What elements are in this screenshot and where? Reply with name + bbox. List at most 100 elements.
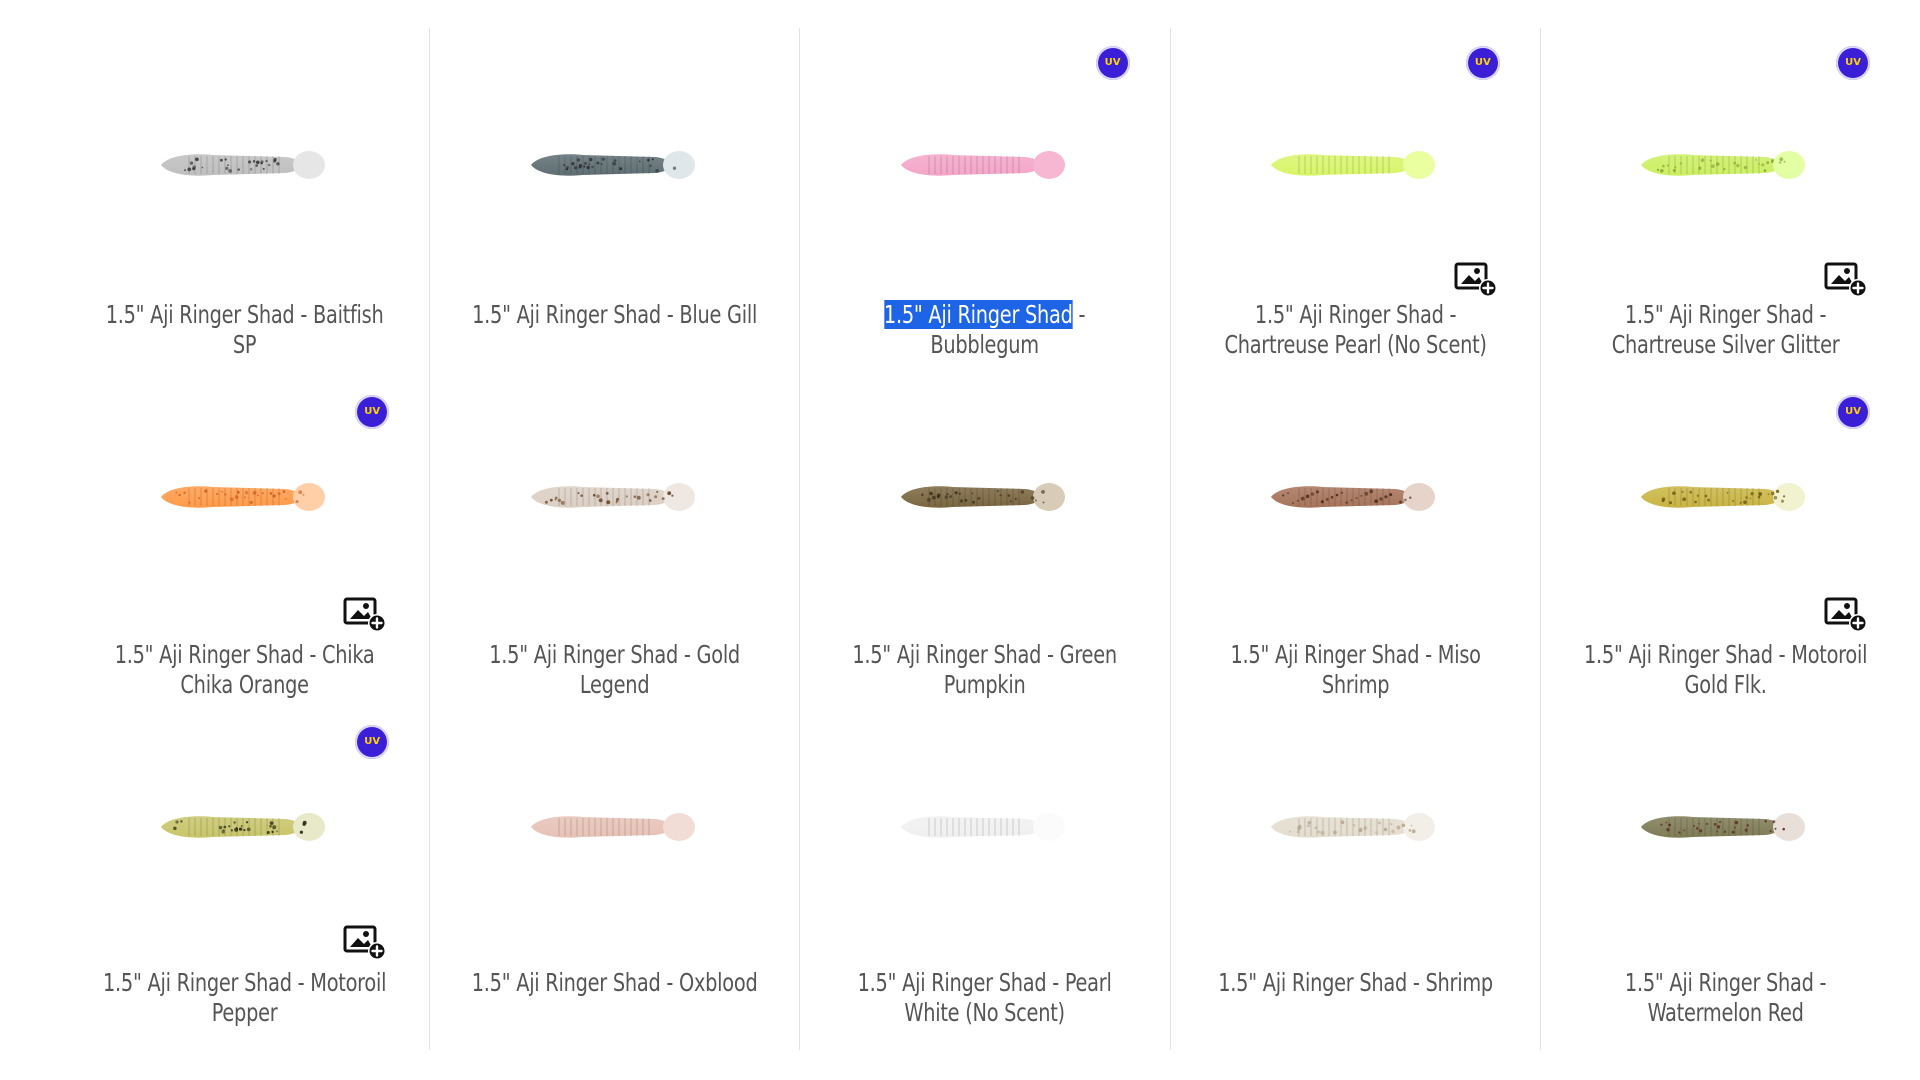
lure-speckle [1390, 823, 1393, 826]
lure-speckle [655, 168, 659, 173]
lure-image[interactable] [1261, 143, 1449, 187]
lure-speckle [1678, 831, 1681, 834]
lure-speckle [1289, 830, 1291, 833]
lure-image[interactable] [151, 143, 339, 187]
lure-speckle [1360, 495, 1363, 497]
lure-speckle [1674, 166, 1677, 169]
lure-speckle [600, 163, 603, 165]
product-tile[interactable]: UV 1.5" Aji Ringer Shad - Chika Chika Or… [60, 395, 431, 725]
lure-speckle [1345, 501, 1349, 504]
lure-speckle [1305, 494, 1310, 499]
lure-speckle [1698, 822, 1701, 825]
lure-speckle [1774, 827, 1777, 830]
lure-image[interactable] [891, 805, 1079, 849]
lure-speckle [1375, 831, 1378, 834]
lure-speckle [544, 500, 548, 504]
lure-speckle [1030, 496, 1035, 500]
add-image-icon[interactable] [1824, 260, 1868, 298]
product-title[interactable]: 1.5" Aji Ringer Shad - Bubblegum [835, 300, 1135, 360]
product-tile[interactable]: 1.5" Aji Ringer Shad - Oxblood [430, 725, 801, 1050]
lure-image[interactable] [1631, 475, 1819, 519]
lure-speckle [1783, 495, 1786, 498]
lure-speckle [262, 167, 265, 170]
lure-speckle [242, 829, 246, 832]
lure-speckle [1034, 499, 1037, 502]
product-title[interactable]: 1.5" Aji Ringer Shad - Motoroil Pepper [94, 968, 394, 1028]
lure-speckle [605, 491, 609, 495]
lure-image[interactable] [1261, 805, 1449, 849]
lure-speckle [615, 499, 619, 503]
lure-speckle [226, 164, 229, 167]
product-title[interactable]: 1.5" Aji Ringer Shad - Baitfish SP [94, 300, 394, 360]
lure-speckle [1776, 489, 1780, 494]
product-tile[interactable]: UV 1.5" Aji Ringer Shad - Motoroil Peppe… [60, 725, 431, 1050]
lure-image[interactable] [521, 805, 709, 849]
lure-speckle [224, 166, 228, 170]
lure-image[interactable] [1261, 475, 1449, 519]
lure-image[interactable] [891, 143, 1079, 187]
lure-image[interactable] [521, 143, 709, 187]
lure-speckle [1743, 500, 1748, 505]
product-tile[interactable]: 1.5" Aji Ringer Shad - Green Pumpkin [800, 395, 1171, 725]
product-tile[interactable]: UV 1.5" Aji Ringer Shad - Bubblegum [800, 28, 1171, 395]
add-image-icon[interactable] [343, 923, 387, 961]
product-tile[interactable]: 1.5" Aji Ringer Shad - Baitfish SP [60, 28, 431, 395]
product-title[interactable]: 1.5" Aji Ringer Shad - Gold Legend [465, 640, 765, 700]
lure-speckle [1350, 499, 1353, 502]
lure-speckle [1330, 495, 1334, 499]
lure-speckle [1697, 494, 1700, 497]
product-title[interactable]: 1.5" Aji Ringer Shad - Blue Gill [465, 300, 765, 330]
lure-speckle [1681, 490, 1685, 493]
product-title[interactable]: 1.5" Aji Ringer Shad - Chika Chika Orang… [94, 640, 394, 700]
lure-image[interactable] [151, 805, 339, 849]
lure-speckle [234, 495, 239, 499]
lure-image[interactable] [1631, 143, 1819, 187]
lure-speckle [243, 496, 246, 499]
product-title[interactable]: 1.5" Aji Ringer Shad - Motoroil Gold Flk… [1575, 640, 1875, 700]
lure-speckle [565, 166, 569, 169]
lure-image[interactable] [521, 475, 709, 519]
lure-speckle [187, 501, 191, 504]
product-tile[interactable]: UV 1.5" Aji Ringer Shad - Chartreuse Pea… [1171, 28, 1541, 395]
add-image-icon[interactable] [343, 595, 387, 633]
lure-speckle [1706, 822, 1709, 826]
product-tile[interactable]: 1.5" Aji Ringer Shad - Gold Legend [430, 395, 801, 725]
lure-speckle [203, 489, 207, 493]
lure-speckle [1320, 500, 1325, 504]
lure-image[interactable] [1631, 805, 1819, 849]
product-title[interactable]: 1.5" Aji Ringer Shad - Shrimp [1205, 968, 1505, 998]
lure-speckle [1680, 162, 1683, 165]
product-title[interactable]: 1.5" Aji Ringer Shad - Green Pumpkin [835, 640, 1135, 700]
lure-speckle [192, 165, 196, 169]
product-title[interactable]: 1.5" Aji Ringer Shad - Chartreuse Silver… [1575, 300, 1875, 360]
product-title-prefix: 1.5" Aji Ringer Shad [858, 968, 1047, 997]
product-tile[interactable]: 1.5" Aji Ringer Shad - Pearl White (No S… [800, 725, 1171, 1050]
product-title[interactable]: 1.5" Aji Ringer Shad - Oxblood [465, 968, 765, 998]
lure-image[interactable] [891, 475, 1079, 519]
lure-speckle [172, 826, 177, 831]
product-title[interactable]: 1.5" Aji Ringer Shad - Miso Shrimp [1205, 640, 1505, 700]
lure-speckle [1042, 501, 1045, 504]
product-tile[interactable]: UV 1.5" Aji Ringer Shad - Chartreuse Sil… [1541, 28, 1910, 395]
product-tile[interactable]: 1.5" Aji Ringer Shad - Watermelon Red [1541, 725, 1910, 1050]
product-tile[interactable]: 1.5" Aji Ringer Shad - Shrimp [1171, 725, 1541, 1050]
lure-speckle [583, 165, 586, 168]
lure-speckle [588, 157, 593, 162]
product-title[interactable]: 1.5" Aji Ringer Shad - Chartreuse Pearl … [1205, 300, 1505, 360]
lure-speckle [648, 499, 652, 502]
product-tile[interactable]: 1.5" Aji Ringer Shad - Miso Shrimp [1171, 395, 1541, 725]
lure-speckle [936, 493, 941, 498]
product-title[interactable]: 1.5" Aji Ringer Shad - Pearl White (No S… [835, 968, 1135, 1028]
product-title-prefix: 1.5" Aji Ringer Shad [102, 968, 292, 997]
lure-speckle [625, 495, 628, 498]
add-image-icon[interactable] [1824, 595, 1868, 633]
lure-speckle [1335, 493, 1339, 497]
product-title[interactable]: 1.5" Aji Ringer Shad - Watermelon Red [1575, 968, 1875, 1028]
product-tile[interactable]: UV 1.5" Aji Ringer Shad - Motoroil Gold … [1541, 395, 1910, 725]
lure-speckle [1734, 826, 1737, 829]
lure-speckle [1710, 159, 1712, 162]
add-image-icon[interactable] [1454, 260, 1498, 298]
lure-image[interactable] [151, 475, 339, 519]
uv-badge-icon: UV [1095, 46, 1130, 80]
product-tile[interactable]: 1.5" Aji Ringer Shad - Blue Gill [430, 28, 801, 395]
